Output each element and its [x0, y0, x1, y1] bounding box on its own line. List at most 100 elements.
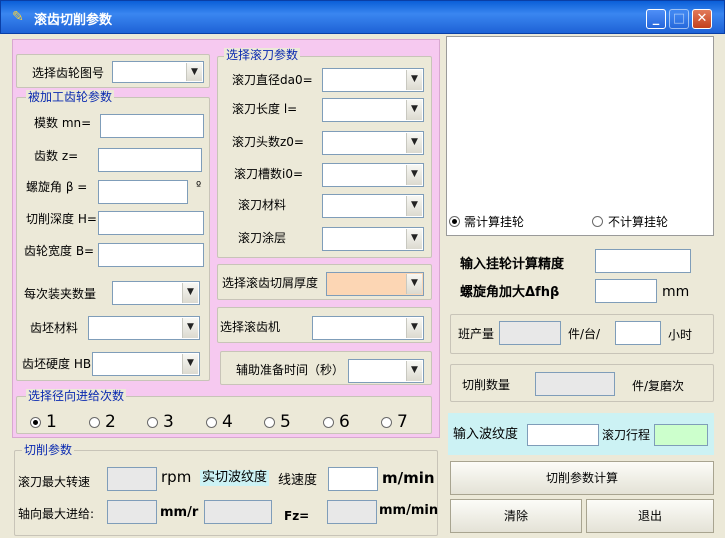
- radial-option-label: 3: [163, 412, 174, 432]
- chevron-down-icon[interactable]: ▼: [406, 361, 422, 381]
- chevron-down-icon[interactable]: ▼: [182, 354, 198, 374]
- max-speed-label: 滚刀最大转速: [18, 475, 91, 489]
- chevron-down-icon[interactable]: ▼: [406, 133, 422, 153]
- radial-option-label: 5: [280, 412, 291, 432]
- fz-label: Fz=: [284, 509, 310, 523]
- calc-button[interactable]: 切削参数计算: [450, 461, 714, 495]
- depth-input[interactable]: [98, 211, 204, 235]
- radial-radio-1[interactable]: [30, 417, 41, 428]
- mmin-unit: m/min: [382, 469, 435, 487]
- module-input[interactable]: [100, 114, 204, 138]
- mmmin-unit: mm/min: [379, 503, 439, 518]
- mmr-unit: mm/r: [160, 505, 199, 520]
- machine-label: 选择滚齿机: [220, 320, 281, 334]
- helix-input[interactable]: [98, 180, 188, 204]
- clamp-label: 每次装夹数量: [24, 287, 97, 301]
- change-gear-display: [446, 36, 714, 236]
- hob-travel-label: 滚刀行程: [602, 428, 651, 442]
- hob-length-combo[interactable]: ▼: [322, 98, 424, 122]
- clear-button[interactable]: 清除: [450, 499, 582, 533]
- radial-group-title: 选择径向进给次数: [26, 389, 127, 403]
- chevron-down-icon[interactable]: ▼: [186, 63, 202, 81]
- window-title: 滚齿切削参数: [34, 13, 113, 28]
- radial-radio-2[interactable]: [89, 417, 100, 428]
- prep-combo[interactable]: ▼: [348, 359, 424, 383]
- radial-radio-6[interactable]: [323, 417, 334, 428]
- chip-label: 选择滚齿切屑厚度: [222, 276, 319, 290]
- max-speed-output: [107, 467, 157, 491]
- hob-group-title: 选择滚刀参数: [224, 48, 301, 62]
- radial-option-label: 6: [339, 412, 350, 432]
- radial-option-label: 7: [397, 412, 408, 432]
- blank-material-combo[interactable]: ▼: [88, 316, 200, 340]
- chip-combo[interactable]: ▼: [326, 272, 424, 296]
- exit-button[interactable]: 退出: [586, 499, 714, 533]
- wave-input-label: 输入波纹度: [453, 427, 519, 442]
- close-button[interactable]: ✕: [692, 9, 712, 29]
- hob-coating-combo[interactable]: ▼: [322, 227, 424, 251]
- chevron-down-icon[interactable]: ▼: [406, 318, 422, 338]
- radial-option-label: 4: [222, 412, 233, 432]
- helix-add-input[interactable]: [595, 279, 657, 303]
- cut-count-unit: 件/复磨次: [632, 379, 685, 393]
- radial-radio-7[interactable]: [381, 417, 392, 428]
- chevron-down-icon[interactable]: ▼: [406, 70, 422, 90]
- width-input[interactable]: [98, 243, 204, 267]
- no-change-gear-radio[interactable]: [592, 216, 603, 227]
- axial-feed-label: 轴向最大进给:: [18, 507, 95, 521]
- hob-heads-label: 滚刀头数z0=: [232, 135, 304, 149]
- machine-combo[interactable]: ▼: [312, 316, 424, 340]
- precision-input[interactable]: [595, 249, 691, 273]
- radial-option-label: 1: [46, 412, 57, 432]
- chevron-down-icon[interactable]: ▼: [406, 274, 422, 294]
- radial-radio-3[interactable]: [147, 417, 158, 428]
- hob-material-label: 滚刀材料: [238, 198, 287, 212]
- hob-slots-combo[interactable]: ▼: [322, 163, 424, 187]
- line-speed-input[interactable]: [328, 467, 378, 491]
- maximize-button[interactable]: □: [669, 9, 689, 29]
- width-label: 齿轮宽度 B=: [24, 244, 95, 258]
- minimize-button[interactable]: _: [646, 9, 666, 29]
- mmr-output: [204, 500, 272, 524]
- hardness-combo[interactable]: ▼: [92, 352, 200, 376]
- chevron-down-icon[interactable]: ▼: [406, 100, 422, 120]
- teeth-label: 齿数 z=: [34, 149, 79, 163]
- chevron-down-icon[interactable]: ▼: [182, 283, 198, 303]
- hardness-label: 齿坯硬度 HB: [22, 357, 92, 371]
- chevron-down-icon[interactable]: ▼: [406, 196, 422, 216]
- axial-feed-output: [107, 500, 157, 524]
- line-speed-label: 线速度: [278, 473, 318, 488]
- chevron-down-icon[interactable]: ▼: [406, 229, 422, 249]
- fz-output: [327, 500, 377, 524]
- production-output: [499, 321, 561, 345]
- production-unit: 件/台/: [568, 327, 601, 341]
- clamp-combo[interactable]: ▼: [112, 281, 200, 305]
- degree-unit: º: [196, 179, 202, 192]
- helix-add-label: 螺旋角加大Δfhβ: [460, 285, 560, 300]
- precision-label: 输入挂轮计算精度: [460, 257, 565, 272]
- need-change-gear-radio[interactable]: [449, 216, 460, 227]
- cutting-group-title: 切削参数: [22, 443, 75, 457]
- hob-heads-combo[interactable]: ▼: [322, 131, 424, 155]
- gear-select-combo[interactable]: ▼: [112, 61, 204, 83]
- radial-radio-5[interactable]: [264, 417, 275, 428]
- gear-select-label: 选择齿轮图号: [32, 66, 105, 80]
- prep-label: 辅助准备时间（秒）: [236, 363, 345, 377]
- hob-travel-input[interactable]: [654, 424, 708, 446]
- depth-label: 切削深度 H=: [26, 212, 97, 226]
- wave-input[interactable]: [527, 424, 599, 446]
- production-hours-input[interactable]: [615, 321, 661, 345]
- wave-label: 实切波纹度: [200, 470, 270, 486]
- hob-coating-label: 滚刀涂层: [238, 231, 287, 245]
- chevron-down-icon[interactable]: ▼: [406, 165, 422, 185]
- hob-slots-label: 滚刀槽数i0=: [234, 167, 304, 181]
- blank-material-label: 齿坯材料: [30, 321, 79, 335]
- teeth-input[interactable]: [98, 148, 202, 172]
- rpm-unit: rpm: [161, 468, 192, 486]
- chevron-down-icon[interactable]: ▼: [182, 318, 198, 338]
- mm-unit: mm: [662, 284, 690, 300]
- production-label: 班产量: [458, 327, 495, 341]
- radial-radio-4[interactable]: [206, 417, 217, 428]
- hob-material-combo[interactable]: ▼: [322, 194, 424, 218]
- hob-diameter-combo[interactable]: ▼: [322, 68, 424, 92]
